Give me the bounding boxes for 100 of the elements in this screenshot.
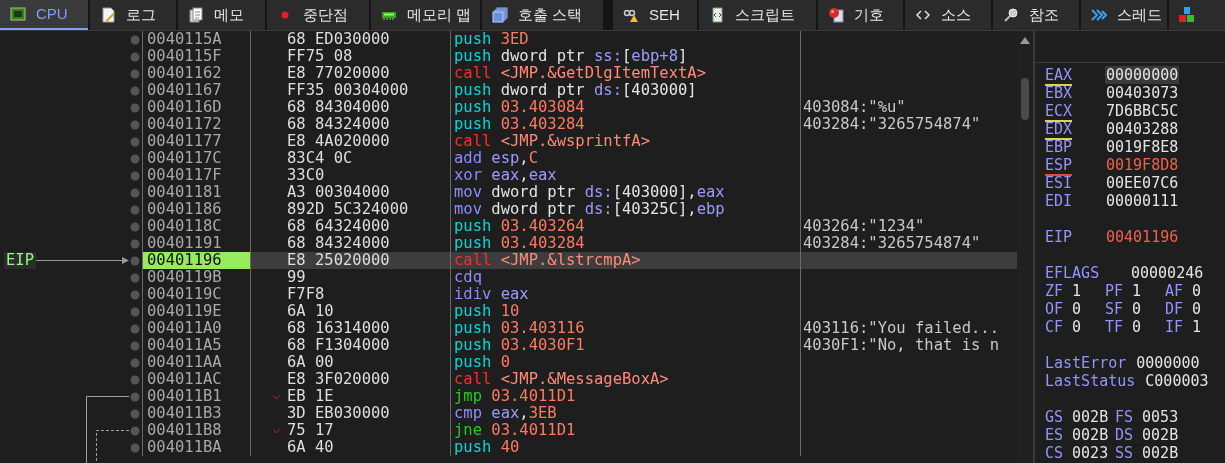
register-value[interactable]: 00403073 <box>1105 84 1180 102</box>
bytes-cell: E8 3F020000 <box>287 371 390 388</box>
breakpoint-dot-icon <box>130 51 140 62</box>
register-value[interactable]: C000003 <box>1145 372 1209 390</box>
address-cell[interactable]: 00401196 <box>142 252 251 269</box>
segment-register-value[interactable]: 002B <box>1142 444 1179 462</box>
instruction-cell: push 10 <box>454 302 520 320</box>
address-cell[interactable]: 0040118C <box>142 218 251 235</box>
segment-register-value[interactable]: 0023 <box>1072 444 1109 462</box>
address-cell[interactable]: 0040117F <box>142 167 251 184</box>
scrollbar-thumb[interactable] <box>1021 78 1029 120</box>
address-cell[interactable]: 0040119B <box>142 269 251 286</box>
tab[interactable]: 로그 <box>90 0 176 30</box>
bytes-cell: FF35 00304000 <box>287 82 409 99</box>
address-cell[interactable]: 004011B3 <box>142 405 251 422</box>
tab[interactable]: 메모리 맵 <box>371 0 480 30</box>
address-cell[interactable]: 00401162 <box>142 65 251 82</box>
magnifier-icon <box>1003 7 1019 23</box>
instruction-cell: push 03.403084 <box>454 98 585 116</box>
breakpoint-dot-icon <box>130 34 140 45</box>
register-value[interactable]: 00401196 <box>1105 228 1180 246</box>
register-value[interactable]: 0000000 <box>1136 354 1200 372</box>
tab[interactable]: 메모 <box>178 0 265 30</box>
segment-register-value[interactable]: 002B <box>1072 408 1109 426</box>
flag-value[interactable]: 0 <box>1132 318 1142 336</box>
tab[interactable]: CPU <box>0 0 88 30</box>
segment-register-value[interactable]: 0053 <box>1142 408 1179 426</box>
tab[interactable]: 호출 스택 <box>482 0 603 30</box>
instruction-cell: cdq <box>454 268 482 286</box>
register-value[interactable]: 7D6BBC5C <box>1105 102 1180 120</box>
sphere-document-icon <box>828 7 844 23</box>
comment-cell-text: 4030F1:"No, that is n <box>802 337 1000 354</box>
flag-value[interactable]: 0 <box>1132 300 1142 318</box>
address-cell[interactable]: 004011B1 <box>142 388 251 405</box>
bytes-cell: 6A 10 <box>287 303 334 320</box>
address-cell[interactable]: 004011A0 <box>142 320 251 337</box>
tab[interactable]: 스레드 <box>1081 0 1167 30</box>
address-cell[interactable]: 004011A5 <box>142 337 251 354</box>
flag-value[interactable]: 0 <box>1192 300 1202 318</box>
register-value[interactable]: 00403288 <box>1105 120 1180 138</box>
breakpoint-dot-icon <box>130 272 140 283</box>
chevron-arrows-icon <box>1091 7 1107 23</box>
scroll-up-icon[interactable] <box>1020 37 1030 44</box>
address-cell[interactable]: 0040119E <box>142 303 251 320</box>
address-cell[interactable]: 004011BA <box>142 439 251 456</box>
breakpoint-dot-icon <box>130 323 140 334</box>
address-cell[interactable]: 004011AA <box>142 354 251 371</box>
bytes-cell: E8 77020000 <box>287 65 390 82</box>
tab[interactable]: SEH <box>613 0 697 30</box>
chain-warning-icon <box>623 7 639 23</box>
breakpoint-dot-icon <box>130 306 140 317</box>
segment-register-value[interactable]: 002B <box>1072 426 1109 444</box>
segment-register-name: DS <box>1115 426 1134 444</box>
address-cell[interactable]: 00401186 <box>142 201 251 218</box>
tab[interactable]: 기호 <box>818 0 903 30</box>
address-cell[interactable]: 00401177 <box>142 133 251 150</box>
comment-cell-text: 403084:"%u" <box>802 99 907 116</box>
address-cell[interactable]: 0040117C <box>142 150 251 167</box>
address-cell[interactable]: 0040116D <box>142 99 251 116</box>
flag-name: OF <box>1045 300 1064 318</box>
address-cell[interactable]: 0040119C <box>142 286 251 303</box>
flag-name: SF <box>1105 300 1124 318</box>
bytes-cell: A3 00304000 <box>287 184 390 201</box>
bytes-cell: E8 25020000 <box>287 252 390 269</box>
address-cell[interactable]: 00401172 <box>142 116 251 133</box>
tab[interactable]: 스크립트 <box>699 0 816 30</box>
flag-value[interactable]: 1 <box>1132 282 1142 300</box>
breakpoint-dot-icon <box>130 408 140 419</box>
address-cell[interactable]: 00401167 <box>142 82 251 99</box>
stacked-squares-icon <box>492 7 508 23</box>
flag-value[interactable]: 0 <box>1072 300 1082 318</box>
tab[interactable]: 중단점 <box>267 0 369 30</box>
instruction-cell: idiv eax <box>454 285 529 303</box>
flag-name: ZF <box>1045 282 1064 300</box>
address-cell[interactable]: 004011AC <box>142 371 251 388</box>
register-value[interactable]: 0019F8D8 <box>1105 156 1180 174</box>
register-value[interactable]: 00000000 <box>1105 66 1180 84</box>
register-value[interactable]: 00EE07C6 <box>1105 174 1180 192</box>
segment-register-value[interactable]: 002B <box>1142 426 1179 444</box>
chip-icon <box>10 6 26 22</box>
flag-name: AF <box>1165 282 1184 300</box>
register-value[interactable]: 00000246 <box>1131 264 1204 282</box>
tab[interactable]: 소스 <box>905 0 991 30</box>
flag-value[interactable]: 1 <box>1192 318 1202 336</box>
address-cell[interactable]: 00401181 <box>142 184 251 201</box>
breakpoint-dot-icon <box>130 102 140 113</box>
instruction-cell: jne 03.4011D1 <box>454 421 576 439</box>
register-value[interactable]: 0019F8E8 <box>1105 138 1180 156</box>
comment-cell-text: 403284:"3265754874" <box>802 235 982 252</box>
bytes-cell: 6A 00 <box>287 354 334 371</box>
address-cell[interactable]: 0040115F <box>142 48 251 65</box>
tab[interactable]: 참조 <box>993 0 1079 30</box>
flag-value[interactable]: 0 <box>1192 282 1202 300</box>
address-cell[interactable]: 004011B8 <box>142 422 251 439</box>
flag-value[interactable]: 0 <box>1072 318 1082 336</box>
register-value[interactable]: 00000111 <box>1105 192 1180 210</box>
address-cell[interactable]: 0040115A <box>142 31 251 48</box>
tab[interactable] <box>1169 0 1225 30</box>
flag-value[interactable]: 1 <box>1072 282 1082 300</box>
flag-name: CF <box>1045 318 1064 336</box>
